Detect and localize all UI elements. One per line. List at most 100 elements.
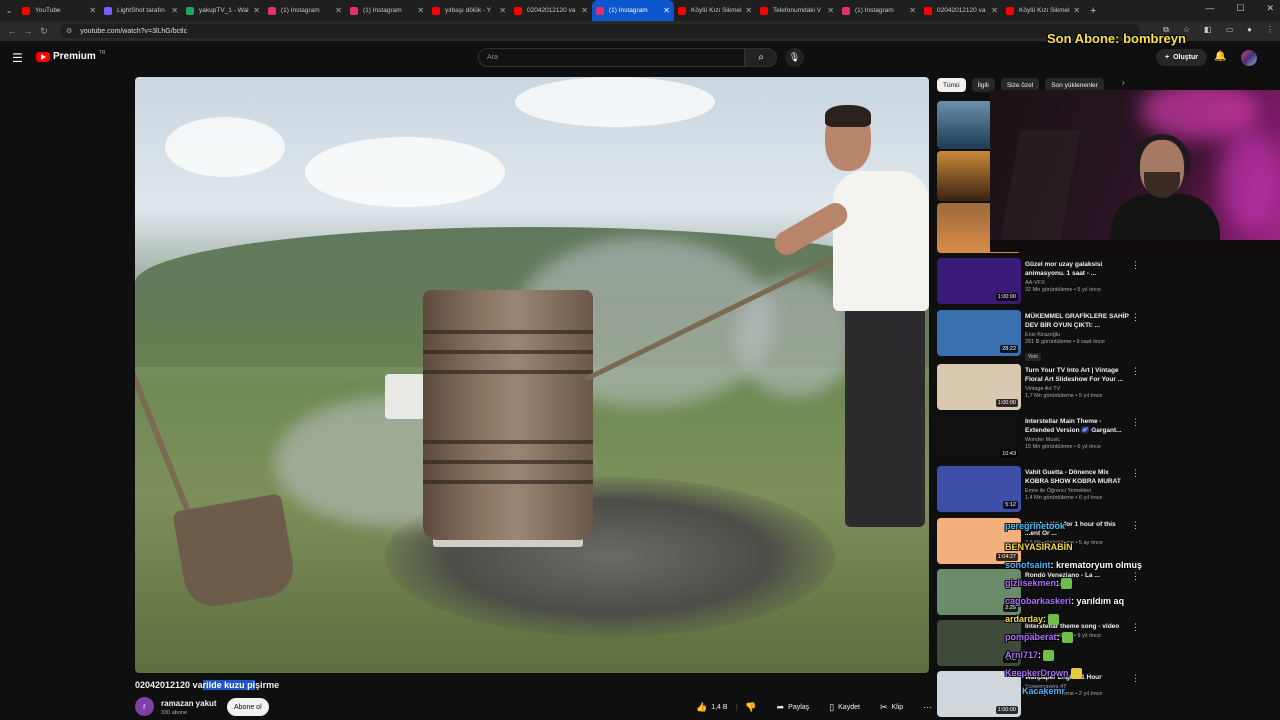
video-thumbnail[interactable]: 1:00:00 — [937, 364, 1021, 410]
extensions-icon[interactable]: ◧ — [1204, 25, 1212, 35]
chat-username[interactable]: Kacakemr — [1022, 686, 1065, 696]
channel-avatar[interactable]: r — [135, 697, 154, 716]
more-options-icon[interactable]: ⋮ — [1131, 260, 1140, 271]
chat-username[interactable]: ardarday — [1005, 614, 1043, 624]
browser-menu-icon[interactable]: ⋮ — [1266, 25, 1274, 35]
tab-close-icon[interactable]: ✕ — [89, 6, 96, 15]
more-options-icon[interactable]: ⋮ — [1131, 468, 1140, 479]
tab-close-icon[interactable]: ✕ — [335, 6, 342, 15]
browser-tab[interactable]: yakupTV_1 - Wal ✕ — [182, 0, 264, 21]
recommendation-channel[interactable]: AA-VFX — [1025, 280, 1129, 286]
sidebar-icon[interactable]: ▭ — [1226, 25, 1234, 35]
video-player[interactable] — [135, 77, 929, 673]
tab-close-icon[interactable]: ✕ — [663, 6, 670, 15]
chips-next-icon[interactable]: › — [1122, 78, 1125, 87]
recommendation-title[interactable]: MÜKEMMEL GRAFİKLERE SAHİP DEV BİR OYUN Ç… — [1025, 312, 1129, 330]
recommendation-info[interactable]: MÜKEMMEL GRAFİKLERE SAHİP DEV BİR OYUN Ç… — [1025, 312, 1129, 363]
browser-tab[interactable]: Köylü Kızı Sikmel ✕ — [1002, 0, 1084, 21]
back-icon[interactable]: ← — [4, 26, 20, 36]
profile-icon[interactable]: ● — [1247, 25, 1252, 35]
reload-icon[interactable]: ↻ — [36, 26, 52, 37]
chat-username[interactable]: pompaberat — [1005, 632, 1057, 642]
more-options-icon[interactable]: ⋮ — [1131, 571, 1140, 582]
chat-username[interactable]: gizlisekmen — [1005, 578, 1056, 588]
chat-username[interactable]: cagobarkaskeri — [1005, 596, 1071, 606]
recommendation-channel[interactable]: Emre ile Öğrenci Yemekleri — [1025, 488, 1129, 494]
tab-close-icon[interactable]: ✕ — [417, 6, 424, 15]
recommendation-title[interactable]: Interstellar Main Theme - Extended Versi… — [1025, 417, 1129, 435]
more-options-icon[interactable]: ⋮ — [1131, 622, 1140, 633]
video-thumbnail[interactable]: 5:12 — [937, 466, 1021, 512]
maximize-icon[interactable]: ☐ — [1236, 3, 1244, 14]
search-button[interactable]: ⌕ — [745, 48, 777, 67]
tab-close-icon[interactable]: ✕ — [827, 6, 834, 15]
filter-chip[interactable]: Tümü — [937, 78, 966, 92]
tab-close-icon[interactable]: ✕ — [745, 6, 752, 15]
browser-tab[interactable]: (1) Instagram ✕ — [838, 0, 920, 21]
more-options-icon[interactable]: ⋮ — [1131, 673, 1140, 684]
tab-close-icon[interactable]: ✕ — [499, 6, 506, 15]
save-button[interactable]: ▯ Kaydet — [823, 699, 866, 716]
more-actions-button[interactable]: ⋯ — [917, 699, 939, 716]
search-input[interactable]: Ara — [478, 48, 745, 67]
browser-tab[interactable]: (1) Instagram ✕ — [264, 0, 346, 21]
create-button[interactable]: + Oluştur — [1156, 49, 1207, 66]
tab-close-icon[interactable]: ✕ — [253, 6, 260, 15]
browser-tab[interactable]: Telefonumdaki V ✕ — [756, 0, 838, 21]
recommendation-channel[interactable]: Wonder Music — [1025, 437, 1129, 443]
chat-username[interactable]: sonofsaint — [1005, 560, 1051, 570]
video-thumbnail[interactable]: 10:43 — [937, 415, 1021, 461]
recommendation-info[interactable]: Güzel mor uzay galaksisi animasyonu. 1 s… — [1025, 260, 1129, 293]
video-thumbnail[interactable]: 28:22 — [937, 310, 1021, 356]
tab-close-icon[interactable]: ✕ — [1073, 6, 1080, 15]
close-window-icon[interactable]: ✕ — [1266, 3, 1274, 14]
site-info-icon[interactable]: ⚙ — [66, 27, 72, 35]
chat-username[interactable]: Arnl717 — [1005, 650, 1038, 660]
tab-close-icon[interactable]: ✕ — [581, 6, 588, 15]
chat-username[interactable]: peregrinetook — [1005, 521, 1065, 531]
browser-tab[interactable]: Köylü Kızı Sikmel ✕ — [674, 0, 756, 21]
account-avatar[interactable] — [1241, 50, 1257, 66]
recommendation-info[interactable]: Interstellar Main Theme - Extended Versi… — [1025, 417, 1129, 450]
recommendation-channel[interactable]: Enis Kirazoğlu — [1025, 332, 1129, 338]
recommendation-info[interactable]: Turn Your TV Into Art | Vintage Floral A… — [1025, 366, 1129, 399]
more-options-icon[interactable]: ⋮ — [1131, 366, 1140, 377]
subscribe-button[interactable]: Abone ol — [227, 698, 269, 716]
video-thumbnail[interactable]: 2:29 — [937, 569, 1021, 615]
forward-icon[interactable]: → — [20, 26, 36, 36]
share-button[interactable]: ➦ Paylaş — [770, 699, 816, 716]
video-thumbnail[interactable]: 1:00:00 — [937, 258, 1021, 304]
notifications-bell-icon[interactable]: 🔔 — [1214, 51, 1226, 62]
youtube-premium-logo[interactable]: Premium TR — [36, 50, 105, 62]
more-options-icon[interactable]: ⋮ — [1131, 417, 1140, 428]
voice-search-button[interactable]: 🎙 — [785, 48, 804, 67]
tab-close-icon[interactable]: ✕ — [909, 6, 916, 15]
browser-tab[interactable]: 02042012120 va ✕ — [920, 0, 1002, 21]
recommendation-channel[interactable]: Vintage Art TV — [1025, 386, 1129, 392]
browser-tab[interactable]: (1) Instagram ✕ — [346, 0, 428, 21]
browser-tab[interactable]: (1) Instagram ✕ — [592, 0, 674, 21]
minimize-icon[interactable]: — — [1205, 3, 1214, 14]
browser-tab[interactable]: YouTube ✕ — [18, 0, 100, 21]
recommendation-info[interactable]: Vahit Guetta - Dönence Mix KOBRA SHOW KO… — [1025, 468, 1129, 501]
browser-tab[interactable]: yılbaşı dölük - Y ✕ — [428, 0, 510, 21]
recommendation-title[interactable]: Güzel mor uzay galaksisi animasyonu. 1 s… — [1025, 260, 1129, 278]
recommendation-title[interactable]: Vahit Guetta - Dönence Mix KOBRA SHOW KO… — [1025, 468, 1129, 486]
tab-close-icon[interactable]: ✕ — [171, 6, 178, 15]
new-tab-button[interactable]: + — [1090, 5, 1096, 17]
tab-close-icon[interactable]: ✕ — [991, 6, 998, 15]
hamburger-menu-icon[interactable]: ☰ — [12, 51, 23, 65]
browser-tab[interactable]: 02042012120 va ✕ — [510, 0, 592, 21]
like-button[interactable]: 👍 1,4 B | 👎 — [690, 699, 763, 716]
more-options-icon[interactable]: ⋮ — [1131, 312, 1140, 323]
channel-name[interactable]: ramazan yakut — [161, 699, 217, 708]
url-input[interactable]: ⚙ youtube.com/watch?v=3lLhG/bctlc — [60, 24, 1140, 38]
clip-button[interactable]: ✂ Klip — [873, 699, 910, 716]
browser-tab[interactable]: LightShot tarafın ✕ — [100, 0, 182, 21]
tab-search-menu-icon[interactable]: ⌄ — [0, 0, 18, 21]
more-options-icon[interactable]: ⋮ — [1131, 520, 1140, 531]
chat-username[interactable]: BENYASİRABİN — [1005, 542, 1073, 552]
thumbs-down-icon[interactable]: 👎 — [745, 702, 756, 713]
recommendation-title[interactable]: Turn Your TV Into Art | Vintage Floral A… — [1025, 366, 1129, 384]
chat-username[interactable]: KeepkerDrown — [1005, 668, 1069, 678]
